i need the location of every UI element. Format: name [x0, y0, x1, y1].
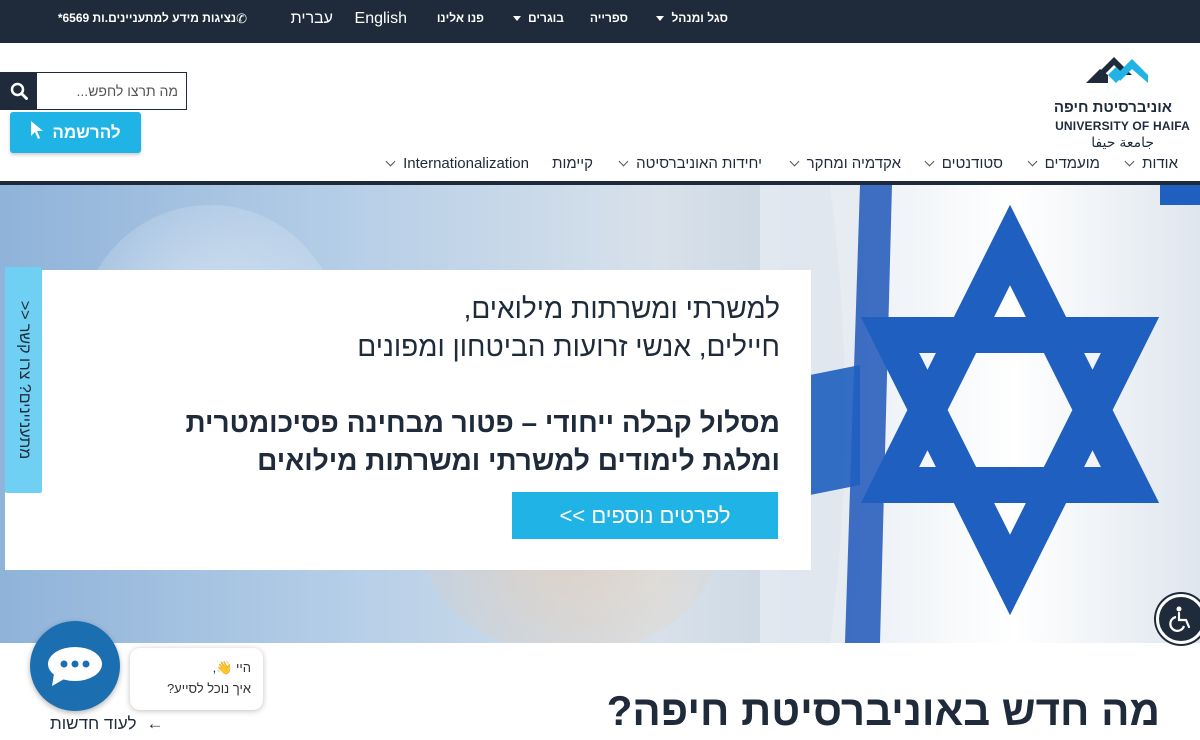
- library-label: ספרייה: [589, 11, 628, 25]
- nav-item-internationalization[interactable]: Internationalization: [385, 155, 529, 172]
- alumni-menu[interactable]: בוגרים: [513, 0, 564, 37]
- phone-info-label: נציגות מידע למתעניינים.ות 6569*: [57, 11, 237, 25]
- top-bar: סגל ומנהל ספרייה בוגרים פנו אלינו Englis…: [0, 0, 1200, 43]
- logo-english-text: UNIVERSITY OF HAIFA: [1055, 119, 1190, 133]
- news-section-title: מה חדש באוניברסיטת חיפה?: [606, 687, 1160, 734]
- chevron-down-icon: [1124, 156, 1135, 167]
- nav-item-academia[interactable]: אקדמיה ומחקר: [789, 155, 901, 172]
- hero-line-2: חיילים, אנשי זרועות הביטחון ומפונים: [357, 331, 780, 362]
- nav-label: יחידות האוניברסיטה: [636, 155, 762, 172]
- more-details-button[interactable]: לפרטים נוספים >>: [512, 492, 778, 539]
- alumni-label: בוגרים: [528, 11, 564, 25]
- nav-label: קיימות: [552, 155, 593, 172]
- nav-item-students[interactable]: סטודנטים: [924, 155, 1003, 172]
- register-button[interactable]: להרשמה: [10, 112, 141, 153]
- chat-greeting-popup[interactable]: היי 👋, איך נוכל לסייע?: [130, 648, 263, 710]
- search-icon: [10, 82, 28, 100]
- university-logo[interactable]: אוניברסיטת חיפה UNIVERSITY OF HAIFA جامع…: [1040, 53, 1190, 150]
- search-button[interactable]: [0, 72, 37, 110]
- nav-label: מועמדים: [1044, 155, 1100, 172]
- chat-greeting-text: היי 👋,: [212, 660, 251, 675]
- hero-headline-2: ומלגת לימודים למשרתי ומשרתות מילואים: [257, 445, 780, 476]
- nav-label: אקדמיה ומחקר: [806, 155, 901, 172]
- staff-menu[interactable]: סגל ומנהל: [656, 0, 728, 37]
- chevron-down-icon: [513, 16, 521, 21]
- chevron-down-icon: [618, 156, 629, 167]
- nav-label: אודות: [1142, 155, 1178, 172]
- logo-arabic-text: جامعة حيفا: [1091, 134, 1154, 150]
- english-link[interactable]: English: [355, 0, 407, 37]
- hero-card: למשרתי ומשרתות מילואים, חיילים, אנשי זרו…: [5, 270, 811, 570]
- chat-launcher-button[interactable]: [30, 621, 120, 711]
- chevron-down-icon: [656, 16, 665, 21]
- english-label: English: [354, 10, 407, 27]
- contact-side-tab-label: מתעניינים? צרו קשר <<: [15, 300, 33, 460]
- main-nav: אודות מועמדים סטודנטים אקדמיה ומחקר יחיד…: [0, 155, 1200, 175]
- nav-label: Internationalization: [403, 155, 529, 172]
- accessibility-button[interactable]: [1156, 594, 1200, 644]
- library-link[interactable]: ספרייה: [590, 0, 628, 37]
- pointer-icon: [30, 120, 44, 145]
- hero-headline-1: מסלול קבלה ייחודי – פטור מבחינה פסיכומטר…: [185, 407, 780, 438]
- more-details-label: לפרטים נוספים >>: [559, 502, 731, 528]
- site-header: אוניברסיטת חיפה UNIVERSITY OF HAIFA جامع…: [0, 43, 1200, 183]
- search-input[interactable]: [37, 72, 187, 110]
- contact-label: פנו אלינו: [436, 11, 484, 25]
- hebrew-link[interactable]: עברית: [291, 0, 333, 37]
- nav-item-sustainability[interactable]: קיימות: [552, 155, 593, 172]
- more-news-label: לעוד חדשות: [50, 714, 137, 733]
- contact-side-tab[interactable]: מתעניינים? צרו קשר <<: [5, 267, 42, 493]
- register-label: להרשמה: [52, 122, 121, 142]
- chevron-down-icon: [789, 156, 800, 167]
- staff-menu-label: סגל ומנהל: [671, 11, 728, 25]
- chat-icon: [48, 647, 102, 686]
- chevron-down-icon: [924, 156, 935, 167]
- phone-icon: ✆: [236, 11, 247, 26]
- more-news-link[interactable]: ← לעוד חדשות: [50, 714, 163, 734]
- nav-item-candidates[interactable]: מועמדים: [1027, 155, 1100, 172]
- search-bar: [0, 72, 187, 110]
- chat-question-text: איך נוכל לסייע?: [166, 681, 251, 696]
- hero-line-1: למשרתי ומשרתות מילואים,: [463, 293, 780, 324]
- hebrew-label: עברית: [290, 10, 333, 27]
- arrow-left-icon: ←: [146, 714, 164, 733]
- nav-label: סטודנטים: [941, 155, 1003, 172]
- phone-info[interactable]: ✆ נציגות מידע למתעניינים.ות 6569*: [58, 0, 255, 37]
- contact-link[interactable]: פנו אלינו: [437, 0, 484, 37]
- nav-item-about[interactable]: אודות: [1124, 155, 1178, 172]
- nav-item-units[interactable]: יחידות האוניברסיטה: [618, 155, 762, 172]
- logo-icon: [1086, 57, 1148, 83]
- chevron-down-icon: [385, 156, 396, 167]
- wheelchair-icon: [1169, 606, 1191, 632]
- logo-hebrew-text: אוניברסיטת חיפה: [1053, 99, 1172, 116]
- chevron-down-icon: [1027, 156, 1038, 167]
